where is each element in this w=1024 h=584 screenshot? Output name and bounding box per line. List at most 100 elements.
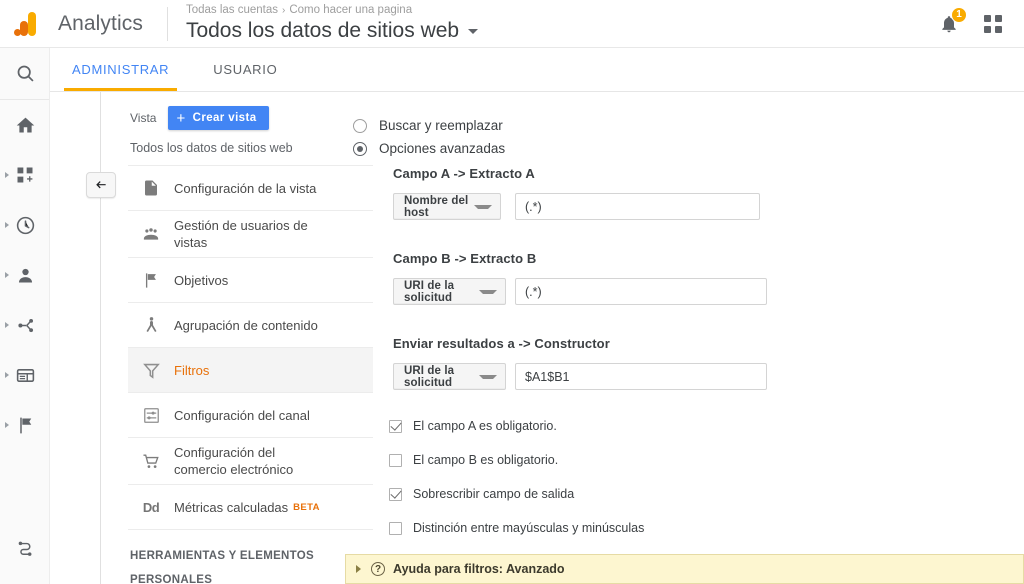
input-extracto-a[interactable]: (.*) — [515, 193, 760, 220]
breadcrumb-separator: › — [282, 5, 286, 16]
sidebar-item-realtime[interactable] — [0, 200, 50, 250]
checkbox-label: Sobrescribir campo de salida — [413, 487, 575, 501]
radio-icon — [353, 118, 367, 133]
tab-usuario[interactable]: USUARIO — [191, 48, 299, 91]
section-header-line1: HERRAMIENTAS Y ELEMENTOS — [130, 550, 314, 562]
sidebar-item-acquisition[interactable] — [0, 300, 50, 350]
sidebar-item-audience[interactable] — [0, 250, 50, 300]
sidebar-item-behavior[interactable] — [0, 350, 50, 400]
triangle-right-icon — [356, 565, 361, 573]
chevron-right-icon — [5, 422, 9, 428]
rail-spacer — [0, 450, 49, 522]
sidebar-item-discover[interactable] — [0, 522, 50, 572]
admin-tabs: ADMINISTRAR USUARIO — [50, 48, 1024, 92]
flag-icon — [128, 271, 174, 290]
tab-administrar[interactable]: ADMINISTRAR — [50, 48, 191, 91]
radio-icon-selected — [353, 141, 367, 156]
settings-items: Configuración de la vista Gestión de usu… — [128, 165, 373, 530]
analytics-logo[interactable] — [0, 11, 50, 36]
radio-buscar-reemplazar[interactable]: Buscar y reemplazar — [345, 92, 1024, 133]
settings-item-label: Agrupación de contenido — [174, 317, 318, 333]
settings-item-label: Configuración del canal — [174, 407, 310, 423]
top-header: Analytics Todas las cuentas › Como hacer u… — [0, 0, 1024, 48]
sidebar-item-content-grouping[interactable]: Agrupación de contenido — [128, 303, 373, 348]
sidebar-item-customization[interactable] — [0, 150, 50, 200]
admin-body: Vista + Crear vista Todos los datos de s… — [50, 92, 1024, 584]
sidebar-item-goals[interactable]: Objetivos — [128, 258, 373, 303]
plus-icon: + — [176, 109, 186, 127]
sidebar-item-channel-settings[interactable]: Configuración del canal — [128, 393, 373, 438]
sidebar-item-home[interactable] — [0, 100, 50, 150]
input-value: (.*) — [525, 284, 542, 299]
checkbox-icon-checked — [389, 487, 402, 501]
filter-help-bar[interactable]: ? Ayuda para filtros: Avanzado — [345, 554, 1024, 584]
notifications-button[interactable]: 1 — [932, 6, 967, 41]
checkbox-row-campo-b-obligatorio[interactable]: El campo B es obligatorio. — [345, 433, 1024, 467]
apps-cell — [995, 14, 1002, 22]
apps-cell — [984, 25, 991, 33]
current-view-name: Todos los datos de sitios web — [130, 141, 293, 155]
radio-label: Opciones avanzadas — [379, 141, 506, 156]
header-titles: Todas las cuentas › Como hacer una pagina … — [185, 3, 479, 44]
view-selector[interactable]: Todos los datos de sitios web — [185, 18, 479, 44]
filter-form-pane: Buscar y reemplazar Opciones avanzadas C… — [345, 92, 1024, 584]
checkbox-row-campo-a-obligatorio[interactable]: El campo A es obligatorio. — [345, 390, 1024, 433]
checkbox-row-sobrescribir[interactable]: Sobrescribir campo de salida — [345, 467, 1024, 501]
sidebar-item-search[interactable] — [0, 48, 50, 98]
checkbox-icon — [389, 453, 402, 467]
path-nodes-icon — [18, 541, 31, 556]
sidebar-item-calculated-metrics[interactable]: Dd Métricas calculadas BETA — [128, 485, 373, 530]
chevron-down-icon — [479, 374, 497, 379]
help-bar-label: Ayuda para filtros: Avanzado — [393, 562, 565, 576]
create-view-button[interactable]: + Crear vista — [168, 106, 269, 130]
breadcrumb-property[interactable]: Como hacer una pagina — [289, 4, 412, 16]
input-value: (.*) — [525, 199, 542, 214]
analytics-admin-page: Analytics Todas las cuentas › Como hacer u… — [0, 0, 1024, 584]
chevron-right-icon — [5, 172, 9, 178]
group-title-campo-a: Campo A -> Extracto A — [393, 166, 535, 181]
checkbox-label: Distinción entre mayúsculas y minúsculas — [413, 521, 645, 535]
settings-item-label: Filtros — [174, 362, 210, 378]
person-icon — [18, 268, 32, 282]
sidebar-item-user-management[interactable]: Gestión de usuarios de vistas — [128, 211, 373, 258]
field-row-campo-b: URI de la solicitud (.*) — [345, 266, 1024, 305]
settings-item-label: Configuración de la vista — [174, 180, 317, 196]
radio-label: Buscar y reemplazar — [379, 118, 503, 133]
header-divider — [166, 6, 168, 41]
checkbox-row-distincion-mayusculas[interactable]: Distinción entre mayúsculas y minúsculas — [345, 501, 1024, 535]
view-label: Vista — [130, 111, 157, 125]
breadcrumb-account[interactable]: Todas las cuentas — [186, 4, 278, 16]
chevron-right-icon — [5, 272, 9, 278]
select-value: Nombre del host — [404, 194, 469, 219]
sidebar-item-insights[interactable] — [0, 572, 50, 584]
chevron-down-icon — [468, 28, 479, 34]
logo-bar-mid — [20, 20, 28, 36]
sidebar-item-filters[interactable]: Filtros — [128, 348, 373, 393]
sidebar-item-conversions[interactable] — [0, 400, 50, 450]
brand-name: Analytics — [58, 11, 143, 35]
page-title: Todos los datos de sitios web — [185, 19, 460, 42]
input-extracto-b[interactable]: (.*) — [515, 278, 767, 305]
radio-opciones-avanzadas[interactable]: Opciones avanzadas — [345, 133, 1024, 156]
dd-icon: Dd — [142, 499, 160, 515]
apps-cell — [984, 14, 991, 22]
select-constructor[interactable]: URI de la solicitud — [393, 363, 506, 390]
select-campo-a[interactable]: Nombre del host — [393, 193, 501, 220]
input-constructor[interactable]: $A1$B1 — [515, 363, 767, 390]
header-actions: 1 — [932, 6, 1024, 41]
breadcrumb: Todas las cuentas › Como hacer una pagina — [186, 3, 478, 18]
select-campo-b[interactable]: URI de la solicitud — [393, 278, 506, 305]
chevron-right-icon — [5, 322, 9, 328]
settings-item-label: Objetivos — [174, 272, 229, 288]
sidebar-item-view-settings[interactable]: Configuración de la vista — [128, 166, 373, 211]
checkbox-icon-checked — [389, 419, 402, 433]
logo-bar-tall — [28, 11, 36, 36]
settings-item-label: Configuración del comercio electrónico — [174, 445, 294, 477]
select-value: URI de la solicitud — [404, 364, 455, 389]
panel-divider — [100, 92, 101, 584]
cart-icon — [128, 452, 174, 471]
apps-grid-icon[interactable] — [976, 7, 1010, 41]
field-row-constructor: URI de la solicitud $A1$B1 — [345, 351, 1024, 390]
sidebar-item-ecommerce-settings[interactable]: Configuración del comercio electrónico — [128, 438, 373, 485]
back-button[interactable] — [86, 172, 116, 198]
